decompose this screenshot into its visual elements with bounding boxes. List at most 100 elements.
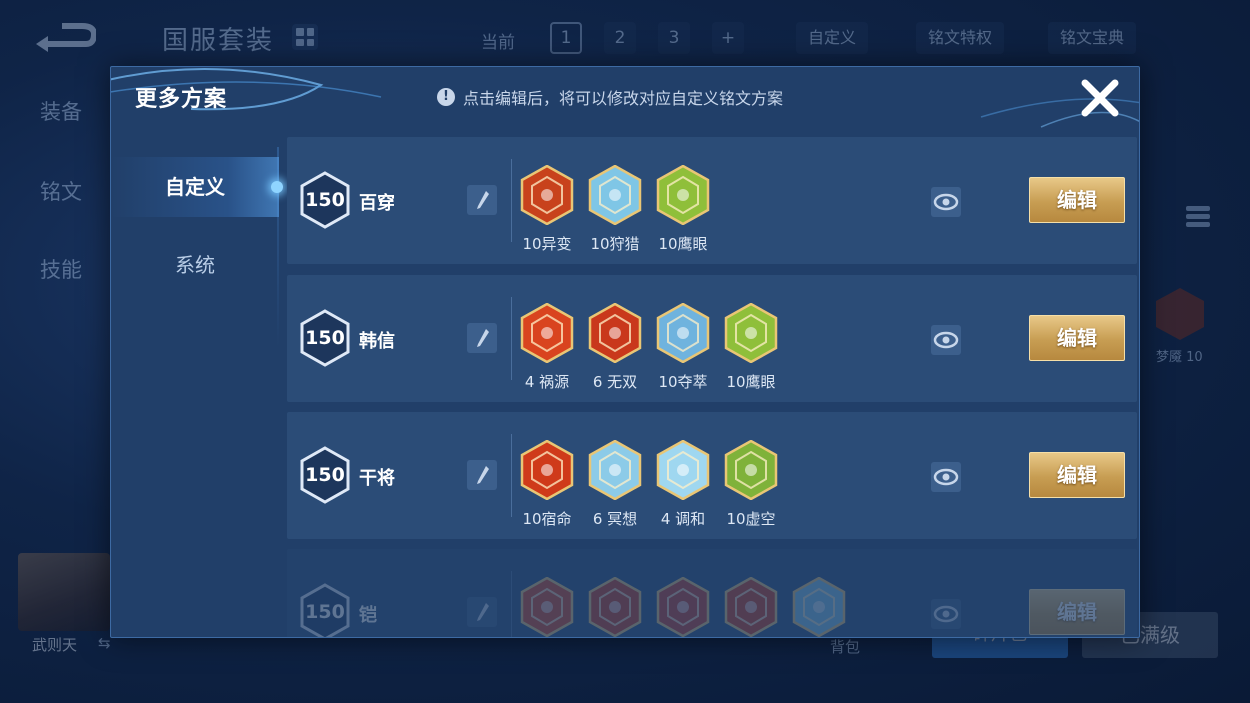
scheme-name: 百穿 [359,193,395,214]
edit-button[interactable]: 编辑 [1029,452,1125,498]
hero-avatar[interactable] [18,553,110,631]
preview-button[interactable] [931,187,961,217]
rename-button[interactable] [467,597,497,627]
rune-privilege-button[interactable]: 铭文特权 [916,22,1005,54]
page-tab-3[interactable]: 3 [658,22,690,54]
page-tab-1[interactable]: 1 [550,22,582,54]
pencil-icon [477,466,489,484]
level-text: 150 [305,327,345,349]
eye-icon [933,331,959,349]
rune-label: 4 调和 [660,510,706,528]
tab-system-label: 系统 [175,253,215,277]
plunder-rune-icon [656,302,710,364]
hint-text-container: ! 点击编辑后，将可以修改对应自定义铭文方案 [437,85,783,109]
page-tab-add[interactable]: + [712,22,744,54]
rune-slot[interactable] [517,576,577,637]
rune-slot[interactable] [653,576,713,637]
rune-slot[interactable]: 10虚空 [721,439,781,529]
level-badge: 150 [299,583,351,637]
info-icon: ! [437,88,455,106]
rune-slot[interactable]: 6 无双 [585,302,645,392]
preview-button[interactable] [931,325,961,355]
level-text: 150 [305,464,345,486]
rune-slot[interactable]: 6 冥想 [585,439,645,529]
rune-slot[interactable]: 10鹰眼 [721,302,781,392]
rune-slot[interactable]: 10宿命 [517,439,577,529]
calamity-rune-icon [520,302,574,364]
fate-rune-icon [520,439,574,501]
preview-button[interactable] [931,462,961,492]
scheme-name: 干将 [359,468,395,489]
rune-label: 6 冥想 [592,510,638,528]
custom-chip[interactable]: 自定义 [796,22,869,54]
rune-icon [792,576,846,637]
scheme-list[interactable]: 150 百穿 编辑 10异变 10狩猎 10鹰眼 150 韩信 编辑 4 祸源 … [287,137,1137,637]
rune-slot[interactable]: 4 调和 [653,439,713,529]
side-tab-equipment[interactable]: 装备 [40,96,82,126]
level-badge: 150 [299,309,351,367]
scheme-tabs: 自定义 系统 [111,137,283,637]
rune-slot[interactable]: 10异变 [517,164,577,254]
rune-guide-label: 铭文宝典 [1060,28,1125,47]
grid-icon[interactable] [292,24,318,50]
rune-guide-button[interactable]: 铭文宝典 [1048,22,1137,54]
scheme-name: 韩信 [359,331,395,352]
rune-label: 10夺萃 [658,373,708,391]
edit-button[interactable]: 编辑 [1029,315,1125,361]
eye-icon [933,605,959,623]
edit-button[interactable]: 编辑 [1029,589,1125,635]
rename-button[interactable] [467,460,497,490]
active-tab-indicator [271,181,283,193]
rune-label: 10宿命 [522,510,572,528]
pencil-icon [477,191,489,209]
level-badge: 150 [299,171,351,229]
scheme-name: 铠 [359,605,377,626]
rune-label: 10鹰眼 [658,235,708,253]
hawkeye-rune-icon [656,164,710,226]
rune-label: 10异变 [522,235,572,253]
tab-system[interactable]: 系统 [111,235,279,295]
current-label: 当前 [481,33,515,53]
rune-privilege-label: 铭文特权 [928,28,993,47]
level-text: 150 [305,189,345,211]
scheme-row: 150 百穿 编辑 10异变 10狩猎 10鹰眼 [287,137,1137,264]
menu-icon[interactable] [1186,206,1210,232]
rune-slot[interactable]: 4 祸源 [517,302,577,392]
eye-icon [933,468,959,486]
rune-slot[interactable] [585,576,645,637]
rune-icon [724,576,778,637]
bag-label[interactable]: 背包 [830,636,860,657]
rune-slot[interactable] [789,576,849,637]
more-schemes-modal: 更多方案 ! 点击编辑后，将可以修改对应自定义铭文方案 自定义 系统 150 百… [110,66,1140,638]
close-icon[interactable] [1077,75,1123,121]
page-tab-2[interactable]: 2 [604,22,636,54]
edit-button[interactable]: 编辑 [1029,177,1125,223]
rune-slot[interactable]: 10狩猎 [585,164,645,254]
preview-button[interactable] [931,599,961,629]
rune-slot[interactable]: 10夺萃 [653,302,713,392]
rune-label: 6 无双 [592,373,638,391]
swap-icon[interactable]: ⇆ [98,634,111,652]
rename-button[interactable] [467,323,497,353]
suit-title: 国服套装 [162,26,275,56]
rune-slot[interactable] [721,576,781,637]
meditation-rune-icon [588,439,642,501]
row-separator [511,434,512,517]
scheme-row: 150 铠 编辑 [287,549,1137,637]
hunt-rune-icon [588,164,642,226]
scheme-row: 150 韩信 编辑 4 祸源 6 无双 10夺萃 10鹰眼 [287,275,1137,402]
harmony-rune-icon [656,439,710,501]
rune-slot[interactable]: 10鹰眼 [653,164,713,254]
rune-icon [1156,288,1204,340]
side-tab-skills[interactable]: 技能 [40,254,82,284]
tab-custom[interactable]: 自定义 [111,157,283,217]
rune-label: 10狩猎 [590,235,640,253]
modal-header: 更多方案 ! 点击编辑后，将可以修改对应自定义铭文方案 [111,67,1139,128]
side-tab-runes[interactable]: 铭文 [40,176,82,206]
void-rune-icon [724,439,778,501]
back-arrow-icon[interactable] [32,20,96,54]
rune-icon [520,576,574,637]
rune-icon [588,576,642,637]
rename-button[interactable] [467,185,497,215]
row-separator [511,159,512,242]
